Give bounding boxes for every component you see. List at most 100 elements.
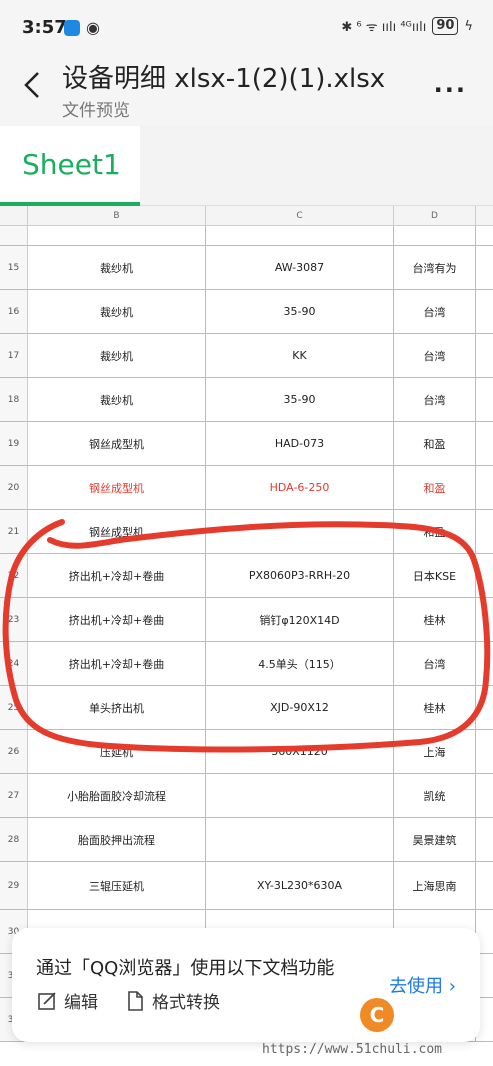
row-number[interactable]: 25 [0,686,28,729]
cell-b[interactable]: 裁纱机 [28,290,206,333]
cell-d[interactable]: 和盈 [394,422,476,465]
row-number[interactable]: 19 [0,422,28,465]
cell-e[interactable] [476,774,493,817]
cell-e[interactable] [476,422,493,465]
cell-c[interactable]: AW-3087 [206,246,394,289]
cell-d[interactable]: 日本KSE [394,554,476,597]
cell-b[interactable]: 钢丝成型机 [28,422,206,465]
corner-cell [0,206,28,226]
cell-b[interactable]: 裁纱机 [28,378,206,421]
qq-browser-promo-card[interactable]: 通过「QQ浏览器」使用以下文档功能 去使用 › 编辑 格式转换 [12,928,480,1042]
cell-d[interactable] [394,226,476,245]
cell-d[interactable]: 和盈 [394,466,476,509]
cell-e[interactable] [476,642,493,685]
cell-d[interactable]: 上海 [394,730,476,773]
cell-e[interactable] [476,290,493,333]
cell-c[interactable]: XJD-90X12 [206,686,394,729]
cell-c[interactable]: 销钉φ120X14D [206,598,394,641]
format-convert-action[interactable]: 格式转换 [124,988,220,1013]
table-row: 24 挤出机+冷却+卷曲 4.5单头（115） 台湾 [0,642,493,686]
row-number[interactable]: 27 [0,774,28,817]
cell-d[interactable]: 台湾 [394,642,476,685]
format-convert-label: 格式转换 [152,993,220,1013]
cell-c[interactable]: 35-90 [206,378,394,421]
cell-c[interactable] [206,510,394,553]
cell-b[interactable]: 裁纱机 [28,334,206,377]
column-header-d[interactable]: D [394,206,476,226]
cell-c[interactable]: HDA-6-250 [206,466,394,509]
cell-e[interactable] [476,862,493,909]
row-number[interactable]: 26 [0,730,28,773]
cell-e[interactable] [476,730,493,773]
row-number[interactable]: 15 [0,246,28,289]
edit-icon [38,991,56,1010]
column-header-c[interactable]: C [206,206,394,226]
header: 设备明细 xlsx-1(2)(1).xlsx 文件预览 ··· [0,56,493,126]
tab-sheet1[interactable]: Sheet1 [0,126,140,206]
cell-c[interactable]: XY-3L230*630A [206,862,394,909]
cell-b[interactable]: 小胎胎面胶冷却流程 [28,774,206,817]
cell-e[interactable] [476,598,493,641]
cell-d[interactable]: 凯统 [394,774,476,817]
cell-e[interactable] [476,378,493,421]
cell-d[interactable]: 桂林 [394,686,476,729]
edit-action[interactable]: 编辑 [36,988,98,1013]
cell-c[interactable]: 35-90 [206,290,394,333]
table-row: 28 胎面胶押出流程 昊景建筑 [0,818,493,862]
cell-c[interactable]: PX8060P3-RRH-20 [206,554,394,597]
row-number[interactable]: 17 [0,334,28,377]
cell-c[interactable]: 360X1120 [206,730,394,773]
cell-d[interactable]: 台湾 [394,290,476,333]
cell-e[interactable] [476,466,493,509]
cell-c[interactable]: KK [206,334,394,377]
row-number[interactable]: 24 [0,642,28,685]
document-icon [128,990,143,1011]
row-number[interactable]: 29 [0,862,28,909]
cell-b[interactable] [28,226,206,245]
cell-b[interactable]: 压延机 [28,730,206,773]
cell-b[interactable]: 单头挤出机 [28,686,206,729]
cell-e[interactable] [476,510,493,553]
cell-e[interactable] [476,686,493,729]
cell-c[interactable]: HAD-073 [206,422,394,465]
cell-d[interactable]: 和盈 [394,510,476,553]
cell-b[interactable]: 挤出机+冷却+卷曲 [28,554,206,597]
cell-b[interactable]: 三辊压延机 [28,862,206,909]
cell-d[interactable]: 台湾 [394,378,476,421]
cell-c[interactable]: 4.5单头（115） [206,642,394,685]
cell-d[interactable]: 桂林 [394,598,476,641]
row-number[interactable]: 18 [0,378,28,421]
cell-d[interactable]: 台湾 [394,334,476,377]
cell-c[interactable] [206,226,394,245]
row-number[interactable]: 22 [0,554,28,597]
row-number[interactable]: 28 [0,818,28,861]
cell-b[interactable]: 挤出机+冷却+卷曲 [28,642,206,685]
cell-e[interactable] [476,226,493,245]
back-arrow-icon[interactable] [20,70,44,100]
sheet-tabbar: Sheet1 [0,126,493,206]
cell-e[interactable] [476,818,493,861]
cell-c[interactable] [206,774,394,817]
cell-e[interactable] [476,334,493,377]
more-options-icon[interactable]: ··· [434,76,467,104]
cell-d[interactable]: 上海思南 [394,862,476,909]
cell-b[interactable]: 裁纱机 [28,246,206,289]
row-number[interactable]: 23 [0,598,28,641]
column-header-b[interactable]: B [28,206,206,226]
cell-b[interactable]: 钢丝成型机 [28,466,206,509]
file-subtitle: 文件预览 [62,101,130,121]
row-number[interactable]: 21 [0,510,28,553]
table-row: 27 小胎胎面胶冷却流程 凯统 [0,774,493,818]
cell-b[interactable]: 挤出机+冷却+卷曲 [28,598,206,641]
cell-d[interactable]: 台湾有为 [394,246,476,289]
cell-d[interactable]: 昊景建筑 [394,818,476,861]
battery-icon: 90 [432,17,459,35]
cell-c[interactable] [206,818,394,861]
row-number[interactable]: 20 [0,466,28,509]
row-number[interactable]: 16 [0,290,28,333]
cell-b[interactable]: 钢丝成型机 [28,510,206,553]
cell-e[interactable] [476,554,493,597]
cell-b[interactable]: 胎面胶押出流程 [28,818,206,861]
go-use-button[interactable]: 去使用 › [389,972,456,998]
cell-e[interactable] [476,246,493,289]
